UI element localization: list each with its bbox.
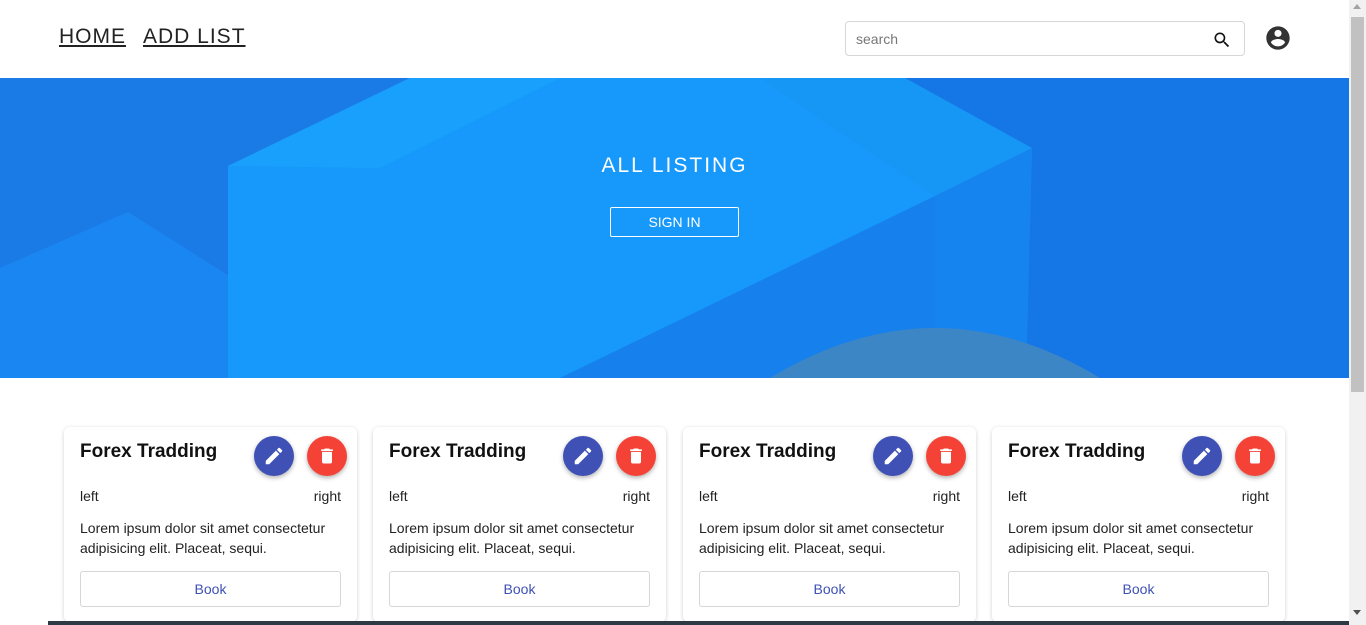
card-title: Forex Tradding [389, 441, 527, 462]
delete-button[interactable] [616, 436, 656, 476]
nav-add-list-link[interactable]: ADD LIST [143, 25, 246, 49]
sign-in-button[interactable]: SIGN IN [610, 207, 739, 237]
card-right-label: right [622, 488, 650, 504]
pencil-icon [265, 447, 283, 465]
scroll-down-arrow-icon[interactable] [1353, 610, 1361, 615]
pencil-icon [1193, 447, 1211, 465]
trash-icon [1249, 448, 1261, 464]
hero-banner: ALL LISTING SIGN IN [0, 78, 1349, 378]
top-header: HOME ADD LIST [0, 0, 1349, 78]
scrollbar-thumb[interactable] [1351, 17, 1364, 392]
edit-button[interactable] [873, 436, 913, 476]
edit-button[interactable] [254, 436, 294, 476]
book-button[interactable]: Book [80, 571, 341, 607]
card-left-label: left [1008, 488, 1027, 504]
scroll-up-arrow-icon[interactable] [1353, 4, 1361, 9]
listing-card: Forex Tradding left right Lorem ipsum do… [373, 427, 666, 622]
nav-home-link[interactable]: HOME [59, 25, 126, 49]
card-title: Forex Tradding [80, 441, 218, 462]
card-description: Lorem ipsum dolor sit amet consectetur a… [80, 520, 326, 556]
page-scrollbar[interactable] [1349, 0, 1366, 625]
listing-card: Forex Tradding left right Lorem ipsum do… [683, 427, 976, 622]
delete-button[interactable] [307, 436, 347, 476]
pencil-icon [574, 447, 592, 465]
card-title: Forex Tradding [699, 441, 837, 462]
card-right-label: right [932, 488, 960, 504]
account-circle-icon[interactable] [1264, 24, 1292, 52]
card-title: Forex Tradding [1008, 441, 1146, 462]
card-right-label: right [313, 488, 341, 504]
edit-button[interactable] [563, 436, 603, 476]
search-bar [845, 21, 1245, 56]
page-title: ALL LISTING [601, 154, 748, 177]
listing-card: Forex Tradding left right Lorem ipsum do… [992, 427, 1285, 622]
book-button[interactable]: Book [389, 571, 650, 607]
delete-button[interactable] [1235, 436, 1275, 476]
book-button[interactable]: Book [1008, 571, 1269, 607]
search-input[interactable] [856, 28, 1196, 50]
card-description: Lorem ipsum dolor sit amet consectetur a… [1008, 520, 1254, 556]
trash-icon [940, 448, 952, 464]
trash-icon [630, 448, 642, 464]
card-description: Lorem ipsum dolor sit amet consectetur a… [699, 520, 945, 556]
bottom-edge-strip [48, 621, 1349, 625]
card-left-label: left [389, 488, 408, 504]
trash-icon [321, 448, 333, 464]
edit-button[interactable] [1182, 436, 1222, 476]
card-right-label: right [1241, 488, 1269, 504]
book-button[interactable]: Book [699, 571, 960, 607]
card-left-label: left [699, 488, 718, 504]
card-left-label: left [80, 488, 99, 504]
listing-card: Forex Tradding left right Lorem ipsum do… [64, 427, 357, 622]
search-icon[interactable] [1212, 30, 1232, 50]
card-description: Lorem ipsum dolor sit amet consectetur a… [389, 520, 635, 556]
pencil-icon [884, 447, 902, 465]
delete-button[interactable] [926, 436, 966, 476]
